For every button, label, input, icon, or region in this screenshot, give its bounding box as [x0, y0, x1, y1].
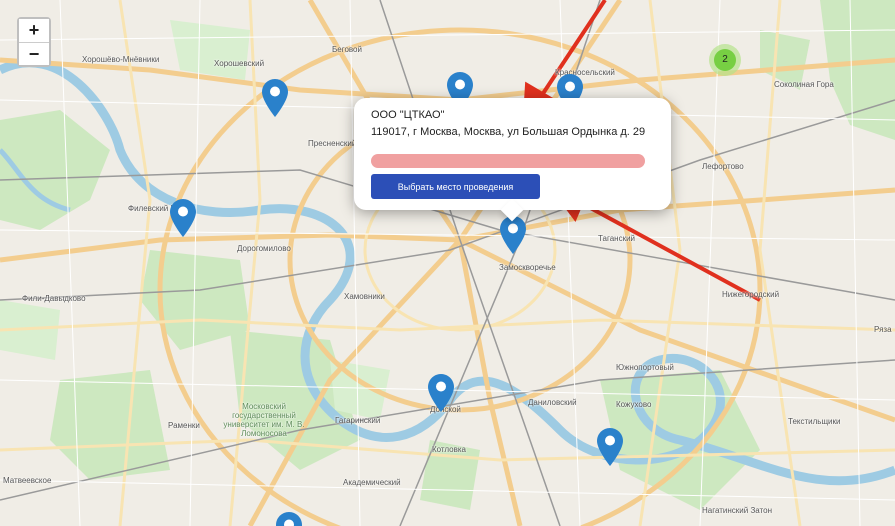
zoom-control: + −: [17, 17, 51, 67]
arrow-line-bottom: [584, 203, 761, 302]
map[interactable]: Хорошёво-Мнёвники Хорошевский Беговой Кр…: [0, 0, 895, 526]
label-kozhukhovo: Кожухово: [616, 400, 652, 409]
label-khoroshevo: Хорошёво-Мнёвники: [82, 55, 160, 64]
label-ryazansky: Ряза: [874, 325, 892, 334]
map-marker-icon[interactable]: [262, 79, 288, 117]
venue-name: ООО "ЦТКАО": [371, 109, 445, 121]
highlight-bar: [371, 154, 645, 168]
label-nizhegorodsky: Нижегородский: [722, 290, 780, 299]
zoom-in-button[interactable]: +: [19, 19, 49, 42]
map-marker-icon[interactable]: [276, 512, 302, 526]
label-begovoy: Беговой: [332, 45, 362, 54]
venue-popup: ООО "ЦТКАО" 119017, г Москва, Москва, ул…: [354, 98, 671, 222]
label-gagarinsky: Гагаринский: [335, 416, 381, 425]
map-marker-icon[interactable]: [500, 216, 526, 254]
label-akademichesky: Академический: [343, 478, 401, 487]
map-marker-icon[interactable]: [428, 374, 454, 412]
map-marker-icon[interactable]: [170, 199, 196, 237]
label-zamoskvorechye: Замоскворечье: [499, 263, 556, 272]
map-marker-icon[interactable]: [597, 428, 623, 466]
label-tekstilshchiki: Текстильщики: [788, 417, 841, 426]
label-dorogomilovo: Дорогомилово: [237, 244, 291, 253]
label-danilovsky: Даниловский: [528, 398, 577, 407]
label-sokolinaya: Соколиная Гора: [774, 80, 834, 89]
label-presnensky: Пресненский: [308, 139, 357, 148]
zoom-out-button[interactable]: −: [19, 42, 49, 65]
label-ramenki: Раменки: [168, 421, 200, 430]
label-kotlovka: Котловка: [432, 445, 467, 454]
label-lefortovo: Лефортово: [702, 162, 744, 171]
label-khamovniki: Хамовники: [344, 292, 385, 301]
label-fili: Фили-Давыдково: [22, 294, 86, 303]
label-nagatinsky: Нагатинский Затон: [702, 506, 772, 515]
label-tagansky: Таганский: [598, 234, 636, 243]
venue-address: 119017, г Москва, Москва, ул Большая Орд…: [371, 126, 646, 138]
marker-cluster[interactable]: 2: [709, 44, 741, 76]
label-khoroshevsky: Хорошевский: [214, 59, 265, 68]
label-yuzhnoportovy: Южнопортовый: [616, 363, 674, 372]
cluster-count: 2: [714, 49, 736, 71]
label-matveevskoe: Матвеевское: [3, 476, 52, 485]
select-venue-button[interactable]: Выбрать место проведения: [371, 174, 540, 199]
label-mgu: Московский государственный университет и…: [223, 402, 305, 438]
